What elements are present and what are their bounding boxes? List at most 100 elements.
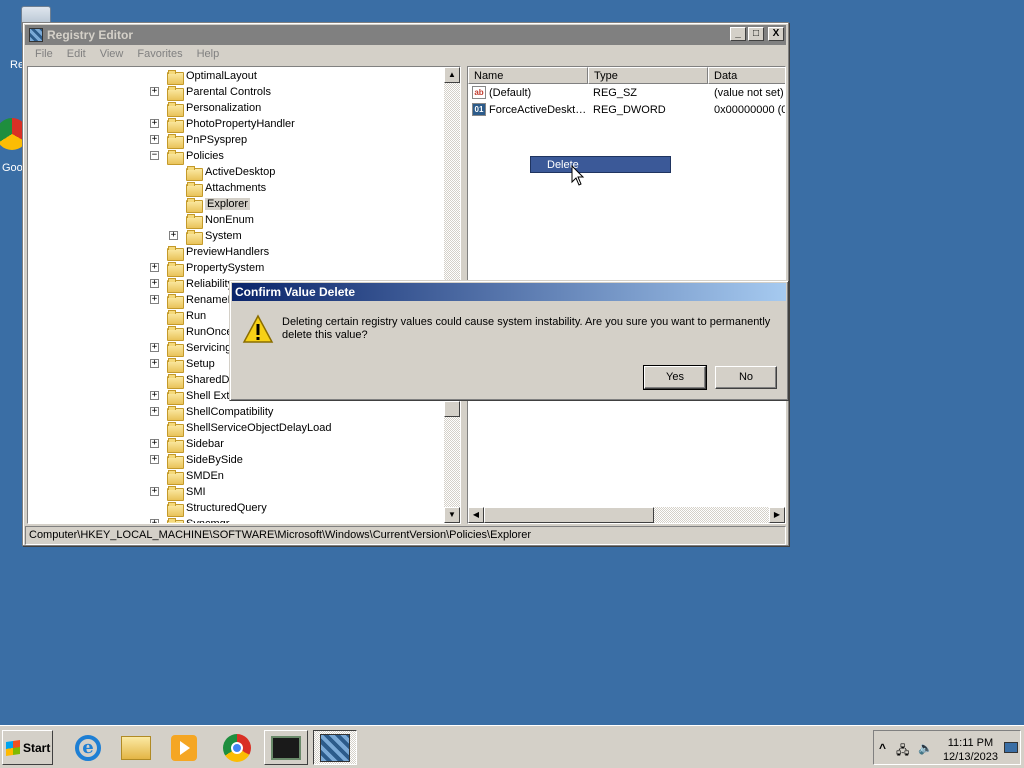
scroll-down-button[interactable]: ▼ <box>444 507 460 523</box>
tree-item[interactable]: + ShellCompatibility <box>150 404 273 421</box>
expand-icon[interactable]: + <box>169 231 178 240</box>
menu-file[interactable]: File <box>29 46 61 64</box>
scroll-right-button[interactable]: ▶ <box>769 507 785 523</box>
menu-view[interactable]: View <box>94 46 132 64</box>
dialog-title[interactable]: Confirm Value Delete <box>232 283 786 301</box>
taskbar-windows-explorer[interactable] <box>114 730 158 765</box>
tree-item[interactable]: PreviewHandlers <box>167 244 269 261</box>
folder-icon <box>167 149 184 165</box>
tree-item[interactable]: + SideBySide <box>150 452 243 469</box>
window-titlebar[interactable]: Registry Editor _ □ X <box>25 25 786 45</box>
value-type: REG_DWORD <box>593 104 666 116</box>
taskbar-chrome[interactable] <box>215 730 259 765</box>
tree-item[interactable]: + PropertySystem <box>150 260 264 277</box>
expand-icon[interactable]: + <box>150 87 159 96</box>
tree-item[interactable]: SMDEn <box>167 468 224 485</box>
tree-item-label: SideBySide <box>186 454 243 466</box>
tree-item[interactable]: Attachments <box>186 180 266 197</box>
tree-item[interactable]: + RenameF <box>150 292 234 309</box>
tree-item[interactable]: StructuredQuery <box>167 500 267 517</box>
volume-icon[interactable]: 🔈 <box>918 741 933 755</box>
list-horizontal-scrollbar[interactable]: ◀ ▶ <box>468 507 785 523</box>
expand-icon[interactable]: + <box>150 407 159 416</box>
tree-item[interactable]: + System <box>169 228 242 245</box>
folder-icon <box>167 277 184 293</box>
value-row-forceactivedesktop[interactable]: 01 ForceActiveDeskt… REG_DWORD 0x0000000… <box>468 102 785 119</box>
list-scroll-thumb[interactable] <box>484 507 654 523</box>
scroll-up-button[interactable]: ▲ <box>444 67 460 83</box>
taskbar-registry-editor[interactable] <box>313 730 357 765</box>
tree-item[interactable]: + Shell Exte <box>150 388 236 405</box>
column-header-data[interactable]: Data <box>708 67 785 84</box>
value-row-default[interactable]: ab (Default) REG_SZ (value not set) <box>468 85 785 102</box>
minimize-button[interactable]: _ <box>730 27 746 41</box>
menu-favorites[interactable]: Favorites <box>131 46 190 64</box>
clock-time: 11:11 PM <box>947 737 994 749</box>
tree-item[interactable]: − Policies <box>150 148 224 165</box>
tree-item[interactable]: SharedDL <box>167 372 236 389</box>
tree-item[interactable]: RunOnce <box>167 324 232 341</box>
tree-item[interactable]: Run <box>167 308 206 325</box>
tree-item[interactable]: + Parental Controls <box>150 84 271 101</box>
tree-item[interactable]: + Servicing <box>150 340 231 357</box>
expand-icon[interactable]: + <box>150 343 159 352</box>
expand-icon[interactable]: + <box>150 119 159 128</box>
tree-item[interactable]: + Setup <box>150 356 215 373</box>
show-desktop-icon[interactable] <box>1004 742 1018 753</box>
yes-button[interactable]: Yes <box>643 365 707 390</box>
tree-item[interactable]: + Reliability <box>150 276 233 293</box>
close-button[interactable]: X <box>768 27 784 41</box>
expand-icon[interactable]: + <box>150 359 159 368</box>
expand-icon[interactable]: + <box>150 263 159 272</box>
folder-icon <box>167 469 184 485</box>
column-header-name[interactable]: Name <box>468 67 588 84</box>
string-value-icon: ab <box>472 86 486 99</box>
scroll-left-button[interactable]: ◀ <box>468 507 484 523</box>
tree-item[interactable]: Explorer <box>186 196 250 213</box>
start-label: Start <box>23 740 51 755</box>
network-icon[interactable]: 🖧 <box>896 741 909 762</box>
taskbar-media-player[interactable] <box>162 730 206 765</box>
tree-item[interactable]: ShellServiceObjectDelayLoad <box>167 420 332 437</box>
expand-icon[interactable]: + <box>150 135 159 144</box>
tree-item[interactable]: + Syncmgr <box>150 516 229 523</box>
clock[interactable]: 11:11 PM 12/13/2023 <box>943 736 998 764</box>
expand-icon[interactable]: + <box>150 391 159 400</box>
taskbar-internet-explorer[interactable]: e <box>66 730 110 765</box>
folder-icon <box>167 405 184 421</box>
folder-icon <box>167 245 184 261</box>
tree-item[interactable]: Personalization <box>167 100 261 117</box>
tree-scroll-thumb[interactable] <box>444 401 460 417</box>
folder-icon <box>167 101 184 117</box>
expand-icon[interactable]: + <box>150 519 159 523</box>
expand-icon[interactable]: + <box>150 279 159 288</box>
tray-expand-icon[interactable]: ^ <box>879 741 886 755</box>
window-title: Registry Editor <box>47 28 134 42</box>
start-button[interactable]: Start <box>2 730 53 765</box>
expand-icon[interactable]: + <box>150 295 159 304</box>
tree-item[interactable]: ActiveDesktop <box>186 164 275 181</box>
no-button[interactable]: No <box>715 366 777 389</box>
collapse-icon[interactable]: − <box>150 151 159 160</box>
chrome-icon <box>223 733 251 762</box>
tree-item[interactable]: OptimalLayout <box>167 68 257 85</box>
maximize-button[interactable]: □ <box>748 27 764 41</box>
expand-icon[interactable]: + <box>150 487 159 496</box>
folder-icon <box>167 485 184 501</box>
expand-icon[interactable]: + <box>150 439 159 448</box>
tree-item[interactable]: + Sidebar <box>150 436 224 453</box>
tree-item[interactable]: NonEnum <box>186 212 254 229</box>
folder-icon <box>186 181 203 197</box>
context-menu-delete[interactable]: Delete <box>530 156 671 173</box>
folder-icon <box>167 325 184 341</box>
tree-item[interactable]: + PhotoPropertyHandler <box>150 116 295 133</box>
tree-item-label: Parental Controls <box>186 86 271 98</box>
expand-icon[interactable]: + <box>150 455 159 464</box>
folder-icon <box>167 437 184 453</box>
tree-item[interactable]: + SMI <box>150 484 206 501</box>
taskbar-command-prompt[interactable] <box>264 730 308 765</box>
menu-help[interactable]: Help <box>191 46 228 64</box>
tree-item[interactable]: + PnPSysprep <box>150 132 247 149</box>
column-header-type[interactable]: Type <box>588 67 708 84</box>
menu-edit[interactable]: Edit <box>61 46 94 64</box>
